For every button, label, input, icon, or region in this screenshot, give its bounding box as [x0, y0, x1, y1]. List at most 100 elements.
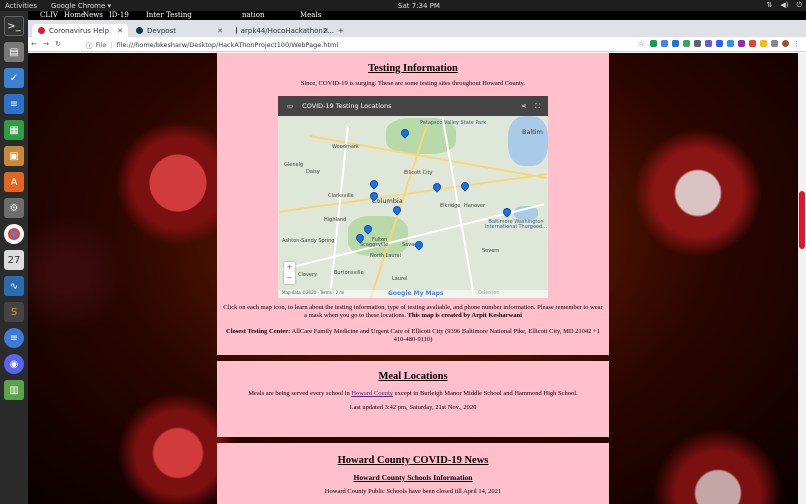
meals-section: Meal Locations Meals are being served ev… [217, 361, 609, 437]
extension-icon[interactable] [672, 40, 679, 47]
map-label: Woodmark [332, 144, 359, 150]
url-text[interactable]: file:///home/bkesharw/Desktop/HackAThonP… [117, 41, 339, 49]
map-title[interactable]: COVID-19 Testing Locations [302, 102, 521, 110]
meals-updated: Last updated 3:42 pm, Saturday, 21st Nov… [349, 404, 477, 411]
tasks-icon[interactable]: ✓ [4, 68, 24, 88]
virus-favicon-icon [38, 27, 45, 34]
tab-label: arpk44/HocoHackathon2... [240, 26, 334, 35]
app-menu[interactable]: Google Chrome ▾ [37, 2, 111, 10]
nav-text: Inter [146, 11, 164, 19]
nav-text: News [83, 11, 103, 19]
tab-devpost[interactable]: Devpost ✕ [130, 24, 228, 37]
map-pin-icon[interactable] [501, 206, 513, 218]
bookmark-star-icon[interactable]: ☆ [638, 40, 646, 48]
extension-icon[interactable] [694, 40, 701, 47]
meals-info: Meals are being served every school in H… [217, 390, 609, 398]
tab-github[interactable]: arpk44/HocoHackathon2... ✕ [230, 24, 334, 37]
close-tab-icon[interactable]: ✕ [323, 27, 329, 35]
new-tab-button[interactable]: + [336, 24, 350, 37]
nav-text: Meals [300, 11, 322, 19]
close-tab-icon[interactable]: ✕ [117, 27, 123, 35]
software-icon[interactable]: A [4, 172, 24, 192]
extension-icon[interactable] [683, 40, 690, 47]
map-label: Clovery [298, 272, 317, 278]
map-label: Glenelg [284, 162, 304, 168]
map-header: ▭ COVID-19 Testing Locations ⋖ ⛶ [278, 96, 548, 116]
howard-county-link[interactable]: Howard County [351, 390, 393, 397]
news-heading: Howard County COVID-19 News [337, 455, 489, 466]
map-zoom-control: + − [284, 262, 295, 284]
writer-icon[interactable]: ≡ [4, 94, 24, 114]
page-scrollbar[interactable] [798, 53, 806, 504]
scheme-label: File [95, 40, 107, 49]
fullscreen-icon[interactable]: ⛶ [535, 102, 540, 111]
map-label: Burtonsville [334, 270, 364, 276]
system-top-bar: Activities Google Chrome ▾ Sat 7:34 PM ⇅… [0, 0, 806, 11]
nav-text: CLIV [40, 11, 58, 19]
activities-button[interactable]: Activities [0, 2, 37, 10]
extension-icon[interactable] [705, 40, 712, 47]
map-label: Ellicott City [404, 170, 433, 176]
system-tray[interactable]: ⇅ ◀) ⏻ [766, 1, 802, 10]
map-label: Scaggsville [360, 242, 389, 248]
profile-avatar[interactable] [782, 40, 789, 47]
map-credit: This map is created by Arpit Kesharwani [407, 312, 522, 319]
extension-icon[interactable] [749, 40, 756, 47]
fileroller-icon[interactable]: ▥ [4, 380, 24, 400]
nav-text: Home [64, 11, 86, 19]
nav-text: ID-19 [109, 11, 129, 19]
extension-icon[interactable] [738, 40, 745, 47]
volume-icon: ◀) [780, 1, 789, 9]
nav-text: nation [242, 11, 265, 19]
map-label: Baltim [522, 128, 543, 136]
terminal-icon[interactable]: >_ [4, 16, 24, 36]
monitor-icon[interactable]: ∿ [4, 276, 24, 296]
settings-icon[interactable]: ⚙ [4, 198, 24, 218]
testing-locations-map[interactable]: Patapsco Valley State Park Baltim Woodma… [278, 96, 548, 298]
forward-icon[interactable]: → [40, 40, 52, 48]
discord-icon[interactable]: ◉ [4, 354, 24, 374]
extension-icon[interactable] [650, 40, 657, 47]
calendar-icon[interactable]: 27 [4, 250, 24, 270]
back-icon[interactable]: ← [28, 40, 40, 48]
closest-value: AllCare Family Medicine and Urgent Care … [291, 328, 600, 343]
chrome-icon[interactable] [4, 224, 24, 244]
extension-icon[interactable] [661, 40, 668, 47]
tab-coronavirus-help[interactable]: Coronavirus Help ✕ [32, 24, 128, 37]
reload-icon[interactable]: ↻ [52, 40, 64, 48]
extension-icon[interactable] [760, 40, 767, 47]
news-section: Howard County COVID-19 News Howard Count… [217, 443, 609, 504]
extension-icon[interactable] [716, 40, 723, 47]
zoom-out-button[interactable]: − [284, 273, 295, 284]
meals-heading: Meal Locations [378, 371, 448, 382]
extensions-puzzle-icon[interactable] [771, 40, 778, 47]
info-icon[interactable]: ⓘ [86, 40, 93, 50]
map-label: North Laurel [370, 253, 402, 259]
page-viewport: Testing Information Since, COVID-19 is s… [28, 53, 798, 504]
extension-bar: ☆ ⋮ [638, 40, 800, 48]
scrollbar-thumb[interactable] [799, 191, 805, 249]
github-favicon-icon [236, 27, 237, 34]
map-label: Daisy [306, 169, 320, 175]
calc-icon[interactable]: ▦ [4, 120, 24, 140]
extension-icon[interactable] [727, 40, 734, 47]
messaging-icon[interactable]: ≡ [4, 328, 24, 348]
map-label: Laurel [392, 276, 408, 282]
files-icon[interactable]: ▤ [4, 42, 24, 62]
menu-kebab-icon[interactable]: ⋮ [793, 40, 800, 48]
zoom-in-button[interactable]: + [284, 262, 295, 273]
close-tab-icon[interactable]: ✕ [217, 27, 223, 35]
browser-toolbar: ← → ↻ ⓘ File | file:///home/bkesharw/Des… [28, 37, 806, 52]
tab-label: Devpost [147, 26, 176, 35]
address-bar[interactable]: ⓘ File | file:///home/bkesharw/Desktop/H… [86, 39, 606, 50]
map-pin-icon[interactable] [368, 178, 380, 190]
map-pin-icon[interactable] [459, 180, 471, 192]
share-icon[interactable]: ⋖ [521, 102, 526, 110]
map-label: Ashton-Sandy Spring [282, 238, 335, 244]
page-nav-bleed: CLIV Home News ID-19 Inter Testing natio… [28, 11, 806, 20]
archive-icon[interactable]: ▣ [4, 146, 24, 166]
clock[interactable]: Sat 7:34 PM [398, 2, 440, 10]
map-legend-icon[interactable]: ▭ [287, 102, 293, 110]
sublime-icon[interactable]: S [4, 302, 24, 322]
map-label: Hanover [464, 203, 486, 209]
